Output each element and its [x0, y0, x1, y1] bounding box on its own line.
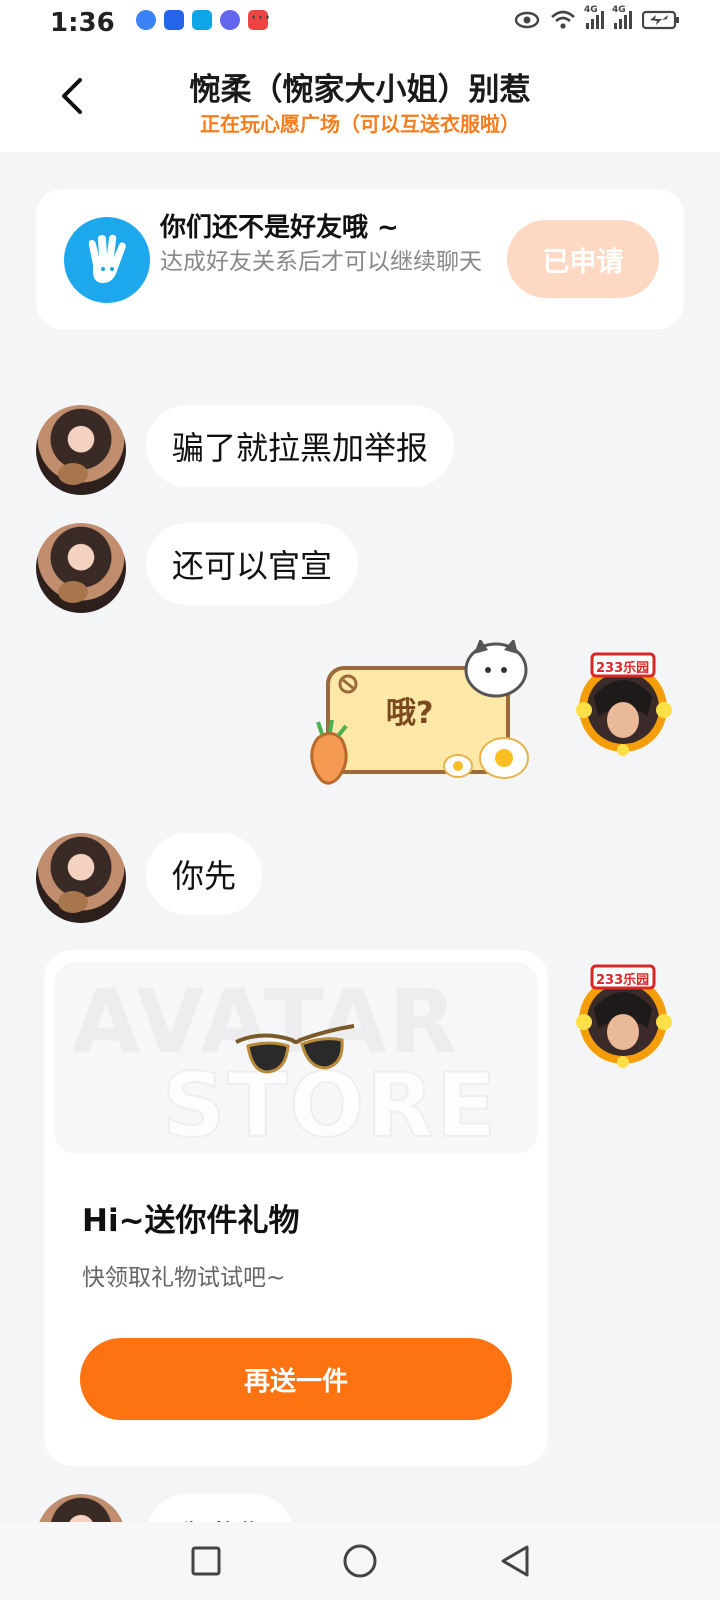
status-right-icons: 4G 4G: [514, 5, 680, 31]
gift-desc: 快领取礼物试试吧~: [82, 1265, 286, 1291]
sunglasses-icon: [235, 1024, 355, 1074]
signal-1: 4G: [584, 5, 604, 29]
status-bar: 1:36 ··· 4G 4G: [0, 0, 720, 46]
avatar-badge: 233乐园: [596, 973, 650, 988]
avatar[interactable]: [36, 523, 126, 613]
avatar[interactable]: [36, 833, 126, 923]
back-nav-button[interactable]: [490, 1536, 540, 1586]
signal-2: 4G: [612, 5, 632, 29]
blue-app-icon: [136, 10, 156, 30]
music-app-icon: [220, 10, 240, 30]
notice-title: 你们还不是好友哦 ~: [160, 213, 399, 243]
wave-hand-icon: [64, 217, 150, 303]
sticker-message[interactable]: 哦?: [308, 638, 536, 792]
home-button[interactable]: [335, 1536, 385, 1586]
applied-button[interactable]: 已申请: [507, 220, 659, 298]
sticker-text: 哦?: [386, 696, 434, 731]
eye-icon: [514, 11, 540, 29]
page-subtitle: 正在玩心愿广场（可以互送衣服啦）: [200, 112, 520, 136]
triangle-back-icon: [501, 1545, 529, 1577]
recent-apps-button[interactable]: [181, 1536, 231, 1586]
message-bubble[interactable]: 骗了就拉黑加举报: [146, 405, 455, 487]
my-avatar[interactable]: 233乐园: [570, 650, 676, 756]
battery-charging-icon: [642, 10, 679, 30]
circle-icon: [343, 1544, 377, 1578]
avatar[interactable]: [36, 405, 126, 495]
network-label-2: 4G: [612, 5, 626, 15]
status-app-icons: [136, 10, 268, 30]
status-time: 1:36: [50, 8, 115, 38]
message-bubble[interactable]: 还可以官宣: [146, 523, 359, 605]
notice-desc: 达成好友关系后才可以继续聊天: [160, 249, 482, 275]
my-avatar[interactable]: 233乐园: [570, 962, 676, 1068]
gift-title: Hi~送你件礼物: [82, 1203, 300, 1239]
gift-card[interactable]: AVATAR STORE Hi~送你件礼物 快领取礼物试试吧~ 再送一件: [44, 950, 548, 1466]
friend-notice-card: 你们还不是好友哦 ~ 达成好友关系后才可以继续聊天 已申请: [36, 189, 684, 329]
gift-banner: AVATAR STORE: [54, 962, 538, 1154]
network-label-1: 4G: [584, 5, 598, 15]
avatar-badge: 233乐园: [596, 661, 650, 676]
search-app-icon: [192, 10, 212, 30]
page-title: 惋柔（惋家大小姐）别惹: [189, 72, 531, 108]
lightbulb-app-icon: [164, 10, 184, 30]
system-nav-bar: [0, 1522, 720, 1600]
message-bubble[interactable]: 你先: [146, 833, 263, 915]
chat-header: 惋柔（惋家大小姐）别惹 正在玩心愿广场（可以互送衣服啦）: [0, 46, 720, 152]
send-another-gift-button[interactable]: 再送一件: [80, 1338, 512, 1420]
square-icon: [191, 1546, 221, 1576]
more-notifications-icon: ···: [250, 6, 271, 31]
wifi-icon: [551, 10, 575, 29]
